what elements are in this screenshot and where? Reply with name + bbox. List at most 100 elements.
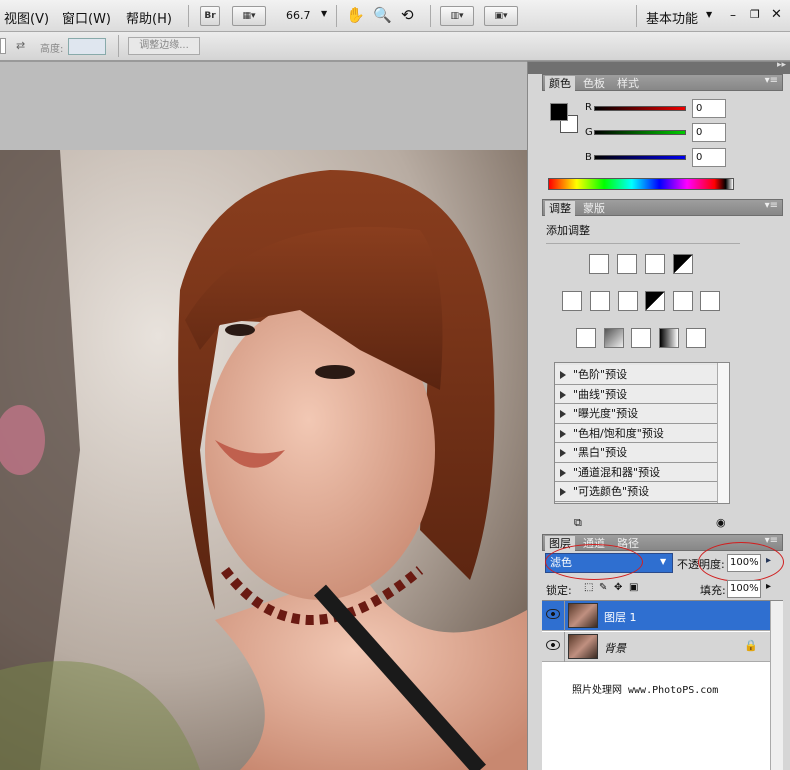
minimize-icon[interactable]: –: [730, 8, 736, 22]
black-white-icon[interactable]: [645, 291, 665, 311]
color-balance-icon[interactable]: [618, 291, 638, 311]
zoom-dropdown-icon[interactable]: ▼: [321, 9, 327, 18]
dock-collapse-bar[interactable]: ▸▸: [528, 60, 790, 74]
hand-tool-icon[interactable]: ✋: [346, 6, 365, 24]
divider: [546, 243, 740, 244]
arrange-documents-button[interactable]: ▥▾: [440, 6, 474, 26]
layer-row-layer1[interactable]: 图层 1: [542, 601, 770, 631]
preset-label: "黑白"预设: [573, 446, 628, 459]
workspace-switcher[interactable]: 基本功能: [646, 8, 698, 27]
hue-saturation-icon[interactable]: [590, 291, 610, 311]
blue-slider[interactable]: [594, 155, 686, 160]
layer-name[interactable]: 背景: [604, 640, 626, 656]
preset-label: "色阶"预设: [573, 368, 628, 381]
expand-icon[interactable]: [560, 429, 566, 438]
lock-pixels-icon[interactable]: ✎: [599, 582, 607, 593]
panel-menu-icon[interactable]: ▾≡: [765, 75, 778, 86]
photo-filter-icon[interactable]: [673, 291, 693, 311]
collapse-icon[interactable]: ▸▸: [777, 60, 786, 70]
clip-layer-icon[interactable]: ⧉: [574, 516, 582, 530]
visibility-toggle-icon[interactable]: ◉: [716, 516, 726, 529]
eye-icon[interactable]: [546, 609, 560, 619]
preset-channel-mixer[interactable]: "通道混和器"预设: [555, 462, 717, 482]
expand-icon[interactable]: [560, 488, 566, 496]
lock-transparency-icon[interactable]: ⬚: [584, 582, 593, 593]
levels-icon[interactable]: [617, 254, 637, 274]
green-value-input[interactable]: 0: [692, 123, 726, 142]
fill-input[interactable]: 100%: [727, 580, 761, 598]
lock-all-icon[interactable]: ▣: [629, 582, 638, 593]
curves-icon[interactable]: [645, 254, 665, 274]
tab-color[interactable]: 颜色: [545, 76, 575, 91]
panel-menu-icon[interactable]: ▾≡: [765, 535, 778, 546]
vibrance-icon[interactable]: [562, 291, 582, 311]
lock-position-icon[interactable]: ✥: [614, 582, 622, 593]
red-slider[interactable]: [594, 106, 686, 111]
tab-masks[interactable]: 蒙版: [579, 201, 609, 216]
expand-icon[interactable]: [560, 371, 566, 379]
invert-icon[interactable]: [576, 328, 596, 348]
posterize-icon[interactable]: [604, 328, 624, 348]
view-extras-button[interactable]: ▦▾: [232, 6, 266, 26]
exposure-icon[interactable]: [673, 254, 693, 274]
layer-thumbnail: [568, 634, 598, 659]
layers-panel: 滤色 ▼ 不透明度: 100% ▸ 锁定: ⬚ ✎ ✥ ▣ 填充: 100% ▸…: [542, 542, 784, 770]
screen-mode-button[interactable]: ▣▾: [484, 6, 518, 26]
divider: [564, 632, 565, 662]
presets-scrollbar[interactable]: [717, 363, 729, 503]
close-icon[interactable]: ✕: [771, 7, 782, 22]
eye-icon[interactable]: [546, 640, 560, 650]
menu-bar: 视图(V) 窗口(W) 帮助(H) Br ▦▾ 66.7 ▼ ✋ 🔍 ⟲ ▥▾ …: [0, 0, 790, 32]
chevron-down-icon[interactable]: ▼: [660, 557, 666, 566]
threshold-icon[interactable]: [631, 328, 651, 348]
blue-value-input[interactable]: 0: [692, 148, 726, 167]
preset-label: "曲线"预设: [573, 387, 628, 401]
menu-window[interactable]: 窗口(W): [62, 8, 111, 27]
tab-swatches[interactable]: 色板: [579, 76, 609, 91]
zoom-level[interactable]: 66.7: [286, 9, 311, 22]
annotation-circle: [698, 542, 784, 582]
swap-icon[interactable]: ⇄: [16, 39, 25, 52]
preset-exposure[interactable]: "曝光度"预设: [555, 404, 717, 424]
preset-curves[interactable]: "曲线"预设: [555, 384, 717, 404]
gradient-map-icon[interactable]: [659, 328, 679, 348]
tab-adjustments[interactable]: 调整: [545, 201, 575, 216]
adjustments-panel-header: 调整 蒙版 ▾≡: [542, 199, 783, 216]
width-field[interactable]: [0, 38, 6, 54]
rotate-view-icon[interactable]: ⟲: [401, 6, 414, 24]
preset-selective-color[interactable]: "可选颜色"预设: [555, 482, 717, 502]
divider: [336, 5, 337, 27]
layers-scrollbar[interactable]: [770, 601, 783, 770]
r-label: R: [585, 102, 592, 113]
tab-styles[interactable]: 样式: [613, 76, 643, 91]
layer-row-background[interactable]: 背景 🔒: [542, 632, 770, 662]
document-canvas[interactable]: [0, 150, 527, 770]
menu-help[interactable]: 帮助(H): [126, 8, 172, 27]
selective-color-icon[interactable]: [686, 328, 706, 348]
layer-name[interactable]: 图层 1: [604, 609, 637, 625]
color-spectrum-bar[interactable]: [548, 178, 734, 190]
fill-slider-icon[interactable]: ▸: [766, 581, 771, 592]
height-field[interactable]: [68, 38, 106, 55]
lock-label: 锁定:: [546, 584, 572, 597]
menu-view[interactable]: 视图(V): [4, 8, 49, 27]
green-slider[interactable]: [594, 130, 686, 135]
channel-mixer-icon[interactable]: [700, 291, 720, 311]
expand-icon[interactable]: [560, 410, 566, 418]
preset-levels[interactable]: "色阶"预设: [555, 365, 717, 385]
expand-icon[interactable]: [560, 390, 566, 399]
preset-black-white[interactable]: "黑白"预设: [555, 443, 717, 463]
bridge-button[interactable]: Br: [200, 6, 220, 26]
refine-edge-button[interactable]: 调整边缘...: [128, 37, 200, 55]
expand-icon[interactable]: [560, 449, 566, 457]
foreground-color-swatch[interactable]: [550, 103, 568, 121]
red-value-input[interactable]: 0: [692, 99, 726, 118]
expand-icon[interactable]: [560, 468, 566, 477]
panel-menu-icon[interactable]: ▾≡: [765, 200, 778, 211]
preset-hue-saturation[interactable]: "色相/饱和度"预设: [555, 423, 717, 443]
workspace-dropdown-icon[interactable]: ▼: [706, 10, 712, 19]
adjustments-panel: 添加调整 "色阶"预设 "曲线"预设 "曝光度"预设 "色相/饱和度"预设 "黑…: [542, 216, 783, 534]
zoom-tool-icon[interactable]: 🔍: [373, 6, 392, 24]
restore-icon[interactable]: ❐: [750, 8, 760, 21]
brightness-icon[interactable]: [589, 254, 609, 274]
